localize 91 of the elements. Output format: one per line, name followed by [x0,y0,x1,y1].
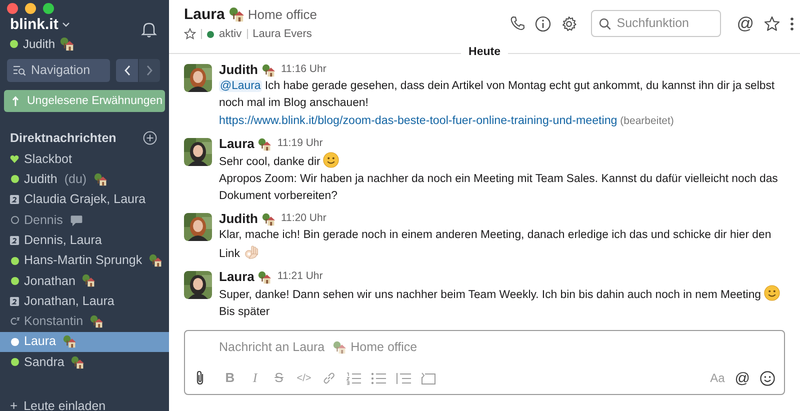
ok-hand-icon [243,244,260,260]
conversation-item[interactable]: Slackbot [0,149,169,170]
placeholder-text: Nachricht an Laura [219,338,325,356]
star-icon[interactable] [184,28,196,40]
conversation-item[interactable]: Judith (du) [0,169,169,190]
user-name: Judith [23,36,56,53]
chevron-right-icon [146,65,153,76]
placeholder-status: Home office [350,338,418,356]
message-text: Bis später [219,305,271,320]
chevron-left-icon [124,65,130,76]
conversation-item[interactable]: Sandra [0,352,169,372]
emoji-icon[interactable] [760,370,775,386]
conversation-item[interactable]: Dennis [0,210,169,230]
more-icon[interactable] [790,16,794,30]
back-button[interactable] [116,59,138,82]
channel-title: Laura [184,4,225,24]
phone-icon[interactable] [510,16,525,31]
smiley-icon [323,152,340,168]
conversation-item[interactable]: Konstantin [0,311,169,332]
contact-name: Laura [24,333,56,350]
message-text: Sehr cool, danke dir [219,152,794,171]
group-icon [10,195,19,204]
mention-button[interactable]: @ [734,370,750,386]
attachment-icon[interactable] [194,370,206,386]
maximize-button[interactable] [43,3,54,14]
house-icon [262,64,275,76]
group-icon [10,296,19,306]
chevron-down-icon[interactable] [62,22,70,28]
presence-label: aktiv [219,26,242,42]
star-icon[interactable] [764,16,780,32]
contact-name: Jonathan, Laura [24,292,114,310]
settings-icon[interactable] [560,16,577,32]
arrow-up-icon [12,96,19,106]
info-icon[interactable] [534,16,551,32]
mention[interactable]: @Laura [219,80,262,92]
house-icon [258,270,272,284]
invite-link[interactable]: Leute einladen [24,396,106,411]
search-icon [13,65,26,76]
house-icon [228,7,244,22]
conversation-item[interactable]: Dennis, Laura [0,230,169,250]
navigation-button[interactable]: Navigation [7,59,110,82]
edited-label: (bearbeitet) [619,115,674,127]
shared-contact-icon [10,317,20,326]
house-icon [262,212,275,226]
search-icon [598,18,611,30]
message-text: Apropos Zoom: Wir haben ja nachher da noch ein Meeting mit Team Sales. Kannst du dafür vielleicht noch das Dokument vorbereiten? [219,172,779,204]
contact-name: Judith [24,171,58,188]
message-text: Super, danke! Dann sehen wir uns nachher beim Team Weekly. Ich bin bis dahin auch noch in nem Meeting [219,285,780,304]
timestamp: 11:19 Uhr [277,136,323,152]
contact-name: Jonathan [24,272,76,290]
minimize-button[interactable] [25,3,36,14]
mentions-button[interactable]: @ [736,15,754,32]
full-name: Laura Evers [252,26,312,42]
contact-name: Dennis [24,212,63,229]
author-name[interactable]: Laura [219,134,254,154]
status-text: Home office [248,6,317,24]
workspace-name[interactable]: blink.it [10,16,58,34]
search-input[interactable]: Suchfunktion [616,14,713,33]
contact-name: Sandra [24,354,64,371]
section-title: Direktnachrichten [10,130,116,147]
house-icon [258,138,272,150]
link[interactable]: https://www.blink.it/blog/zoom-das-beste-tool-fuer-online-training-und-meeting [219,114,618,127]
search-field[interactable]: Suchfunktion [590,10,721,37]
contact-name: Claudia Grajek, Laura [24,191,146,208]
heart-icon [10,155,19,164]
conversation-item[interactable]: Jonathan, Laura [0,291,169,312]
close-button[interactable] [7,3,18,14]
bell-icon[interactable] [141,21,157,38]
plus-icon: + [10,396,18,411]
you-label: (du) [64,171,87,188]
timestamp: 11:20 Uhr [281,211,326,226]
add-icon[interactable] [143,131,157,145]
forward-button[interactable] [138,59,160,82]
contact-name: Konstantin [24,313,84,330]
timestamp: 11:21 Uhr [277,269,323,284]
house-icon [332,340,346,354]
timestamp: 11:16 Uhr [281,62,326,78]
conversation-item[interactable]: Hans-Martin Sprungk [0,250,169,271]
contact-name: Slackbot [24,150,72,168]
date-divider: Heute [468,45,502,60]
conversation-item[interactable]: Claudia Grajek, Laura [0,190,169,210]
message-text: Klar, mache ich! Bin gerade noch in einem anderen Meeting, danach erledige ich das und schicke dir hier den Link [219,228,772,262]
conversation-item[interactable]: Jonathan [0,270,169,292]
contact-name: Hans-Martin Sprungk [24,252,142,270]
smiley-icon [764,285,780,301]
author-name[interactable]: Judith [219,60,258,80]
author-name[interactable]: Judith [219,209,258,229]
author-name[interactable]: Laura [219,267,254,287]
message-text: @Laura Ich habe gerade gesehen, dass dein Artikel von Montag echt gut ankommt, du kannst ihn dir ja selbst noch mal im Blog anschauen! [219,79,776,111]
contact-name: Dennis, Laura [24,232,102,249]
group-icon [10,236,19,245]
